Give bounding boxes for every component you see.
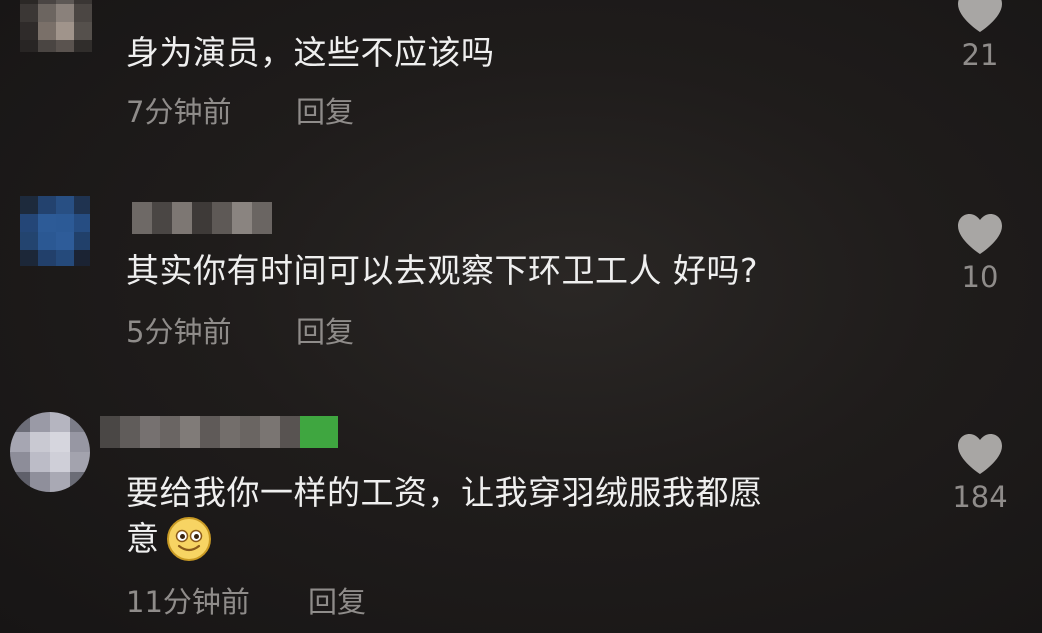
comment-text: 要给我你一样的工资，让我穿羽绒服我都愿 意 [126,470,763,562]
comment-text-line2: 意 [126,516,763,562]
comment-time: 7分钟前 [126,95,232,129]
like-count: 10 [961,260,999,294]
heart-icon [958,0,1002,32]
comment-text-line1: 要给我你一样的工资，让我穿羽绒服我都愿 [126,473,763,512]
username-blurred[interactable] [100,416,338,448]
username-blurred[interactable] [132,202,272,234]
avatar[interactable] [10,412,90,492]
heart-icon [958,434,1002,474]
comment-meta: 5分钟前 回复 [126,314,354,350]
reply-button[interactable]: 回复 [296,314,354,350]
like-button[interactable]: 184 [944,434,1016,514]
avatar[interactable] [20,0,92,52]
like-button[interactable]: 21 [950,0,1010,72]
badge-green [300,416,338,448]
comment-time: 11分钟前 [126,585,250,619]
comment-text-line2-text: 意 [126,519,160,558]
heart-icon [958,214,1002,254]
like-count: 184 [952,480,1008,514]
comment-item: 其实你有时间可以去观察下环卫工人 好吗? 5分钟前 回复 10 [0,190,1042,360]
comment-meta: 7分钟前 回复 [126,94,354,130]
avatar[interactable] [20,196,90,266]
reply-button[interactable]: 回复 [296,94,354,130]
comment-meta: 11分钟前 回复 [126,584,366,620]
smiling-face-icon [166,517,211,561]
comment-item: 身为演员，这些不应该吗 7分钟前 回复 21 [0,0,1042,150]
like-button[interactable]: 10 [950,214,1010,294]
comment-text: 身为演员，这些不应该吗 [126,33,495,72]
comment-text: 其实你有时间可以去观察下环卫工人 好吗? [126,251,759,290]
reply-button[interactable]: 回复 [308,584,366,620]
comment-time: 5分钟前 [126,315,232,349]
like-count: 21 [961,38,999,72]
comment-item: 要给我你一样的工资，让我穿羽绒服我都愿 意 11分钟前 回复 184 [0,400,1042,633]
